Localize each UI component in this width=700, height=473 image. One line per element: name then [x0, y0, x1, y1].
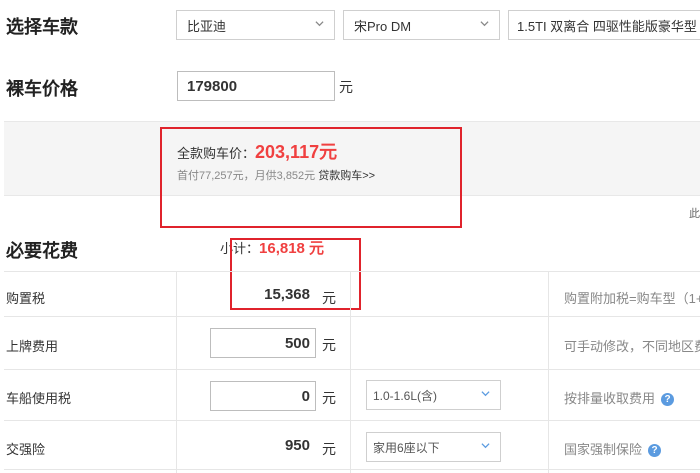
table-line	[4, 469, 700, 470]
chevron-down-icon	[481, 441, 490, 450]
table-line	[350, 271, 351, 473]
table-line	[548, 271, 549, 473]
bare-price-value: 179800	[187, 77, 238, 95]
displacement-select-value: 1.0-1.6L(含)	[373, 388, 438, 403]
registration-fee-input[interactable]: 500	[210, 328, 316, 358]
chevron-down-icon	[480, 19, 489, 28]
compulsory-insurance-value: 950	[284, 437, 310, 454]
select-car-title: 选择车款	[6, 17, 78, 37]
table-line	[4, 369, 700, 370]
row-label-purchase-tax: 购置税	[6, 291, 46, 306]
seat-type-select-value: 家用6座以下	[373, 440, 440, 455]
vehicle-tax-unit: 元	[322, 390, 336, 406]
compulsory-insurance-hint: 国家强制保险?	[564, 439, 662, 458]
seat-type-select[interactable]: 家用6座以下	[366, 432, 501, 462]
required-title: 必要花费	[6, 241, 78, 261]
series-select-value: 宋Pro DM	[354, 18, 412, 34]
table-line	[176, 271, 177, 473]
vehicle-tax-input[interactable]: 0	[210, 381, 316, 411]
help-icon[interactable]: ?	[648, 444, 662, 458]
table-line	[4, 316, 700, 317]
model-select[interactable]: 1.5TI 双离合 四驱性能版豪华型	[508, 10, 700, 40]
chevron-down-icon	[315, 19, 324, 28]
registration-fee-hint: 可手动修改，不同地区费用	[564, 339, 700, 354]
bare-price-unit: 元	[339, 79, 353, 95]
chevron-down-icon	[481, 389, 490, 398]
bare-price-input[interactable]: 179800	[177, 71, 335, 101]
help-icon[interactable]: ?	[661, 393, 675, 407]
vehicle-tax-hint-text: 按排量收取费用	[564, 391, 656, 406]
right-cut-text: 此	[689, 208, 700, 220]
model-select-value: 1.5TI 双离合 四驱性能版豪华型	[517, 18, 697, 34]
row-label-compulsory-insurance: 交强险	[6, 442, 46, 457]
purchase-tax-unit: 元	[322, 290, 336, 306]
displacement-select[interactable]: 1.0-1.6L(含)	[366, 380, 501, 410]
brand-select-value: 比亚迪	[187, 18, 227, 34]
compulsory-insurance-unit: 元	[322, 441, 336, 457]
highlight-box-total	[160, 127, 462, 228]
brand-select[interactable]: 比亚迪	[176, 10, 335, 40]
series-select[interactable]: 宋Pro DM	[343, 10, 500, 40]
registration-fee-unit: 元	[322, 337, 336, 353]
vehicle-tax-value: 0	[301, 387, 310, 405]
compulsory-insurance-hint-text: 国家强制保险	[564, 442, 643, 457]
table-line	[4, 271, 700, 272]
row-label-registration: 上牌费用	[6, 339, 59, 354]
registration-fee-value: 500	[284, 334, 310, 352]
bare-price-title: 裸车价格	[6, 79, 78, 99]
vehicle-tax-hint: 按排量收取费用?	[564, 388, 675, 407]
purchase-tax-hint: 购置附加税=购车型（1+1	[564, 291, 700, 306]
purchase-tax-value: 15,368	[264, 286, 310, 303]
row-label-vehicle-tax: 车船使用税	[6, 391, 72, 406]
table-line	[4, 420, 700, 421]
